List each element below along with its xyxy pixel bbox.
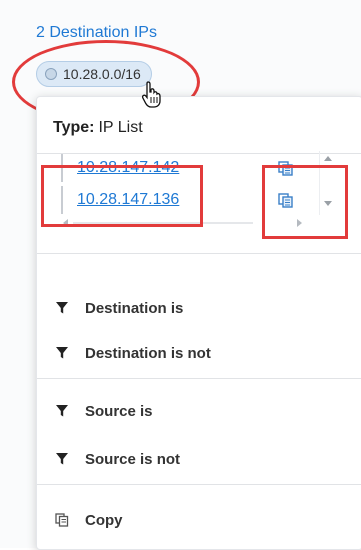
- menu-label: Source is: [85, 402, 153, 420]
- ip-link-1[interactable]: 10.28.147.142: [77, 159, 179, 177]
- type-line: Type: IP List: [53, 119, 143, 137]
- scroll-right-arrow-icon[interactable]: [297, 219, 302, 227]
- filter-icon: [56, 453, 68, 465]
- menu-label: Copy: [85, 511, 123, 529]
- menu-source-is-not[interactable]: Source is not: [37, 439, 361, 479]
- type-value: IP List: [98, 119, 143, 136]
- ip-chip[interactable]: 10.28.0.0/16: [36, 61, 152, 87]
- ip-chip-label: 10.28.0.0/16: [63, 66, 141, 82]
- filter-icon: [56, 347, 68, 359]
- menu-destination-is-not[interactable]: Destination is not: [37, 333, 361, 373]
- destination-ips-header[interactable]: 2 Destination IPs: [36, 24, 157, 42]
- scroll-down-arrow-icon[interactable]: [324, 201, 332, 206]
- divider: [37, 484, 361, 485]
- hand-cursor-icon: [141, 81, 161, 108]
- ip-link-2[interactable]: 10.28.147.136: [77, 191, 179, 209]
- menu-source-is[interactable]: Source is: [37, 391, 361, 431]
- filter-icon: [56, 302, 68, 314]
- filter-icon: [56, 405, 68, 417]
- menu-label: Source is not: [85, 450, 181, 468]
- menu-copy[interactable]: Copy: [37, 500, 361, 540]
- ip-list-icon: [45, 68, 57, 80]
- scroll-track[interactable]: [73, 222, 253, 224]
- divider: [37, 378, 361, 379]
- ip-list: 10.28.147.142 10.28.147.136: [61, 151, 337, 229]
- divider: [37, 253, 361, 254]
- copy-icon: [55, 513, 69, 527]
- menu-label: Destination is: [85, 299, 184, 317]
- menu-label: Destination is not: [85, 344, 211, 362]
- type-label: Type:: [53, 119, 95, 136]
- vertical-scrollbar[interactable]: [319, 151, 336, 215]
- row-accent: [61, 154, 63, 182]
- copy-icon[interactable]: [278, 193, 293, 208]
- ip-row: 10.28.147.136: [61, 185, 337, 215]
- menu-destination-is[interactable]: Destination is: [37, 288, 361, 328]
- ip-row: 10.28.147.142: [61, 153, 337, 183]
- horizontal-scrollbar[interactable]: [61, 217, 319, 229]
- ip-popup-menu: Type: IP List 10.28.147.142 10.28.147.136: [36, 96, 361, 550]
- row-accent: [61, 186, 63, 214]
- scroll-up-arrow-icon[interactable]: [324, 156, 332, 161]
- scroll-left-arrow-icon[interactable]: [63, 219, 68, 227]
- copy-icon[interactable]: [278, 161, 293, 176]
